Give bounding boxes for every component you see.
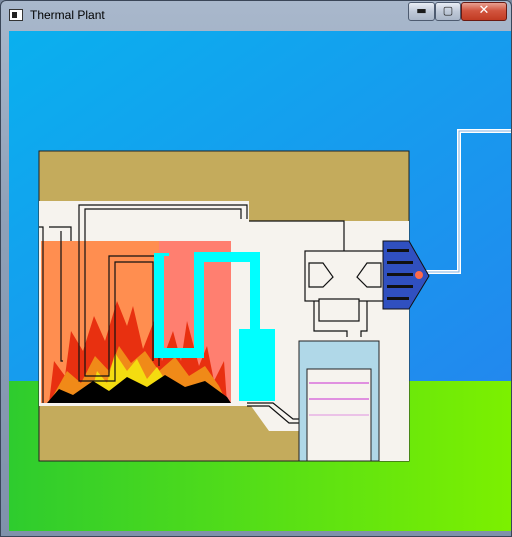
app-icon[interactable] — [9, 9, 23, 21]
condenser — [298, 340, 380, 462]
generator-coil — [387, 297, 409, 300]
feedwater-tank — [239, 329, 275, 401]
thermal-plant-scene — [9, 31, 511, 531]
generator-coil — [387, 285, 413, 288]
close-button[interactable]: ✕ — [461, 2, 507, 21]
generator-coil — [387, 273, 413, 276]
maximize-button[interactable]: ▢ — [435, 2, 461, 21]
maximize-icon: ▢ — [442, 4, 454, 17]
close-icon: ✕ — [478, 3, 490, 18]
generator-coil — [387, 249, 409, 252]
minimize-icon: ▬ — [416, 4, 427, 17]
minimize-button[interactable]: ▬ — [408, 2, 435, 21]
app-window: Thermal Plant ▬ ▢ ✕ — [0, 0, 512, 537]
generator-coil — [387, 261, 413, 264]
generator-indicator-light — [415, 271, 423, 279]
window-title: Thermal Plant — [30, 8, 105, 22]
title-bar[interactable]: Thermal Plant ▬ ▢ ✕ — [1, 1, 511, 29]
scene-canvas — [9, 31, 511, 531]
